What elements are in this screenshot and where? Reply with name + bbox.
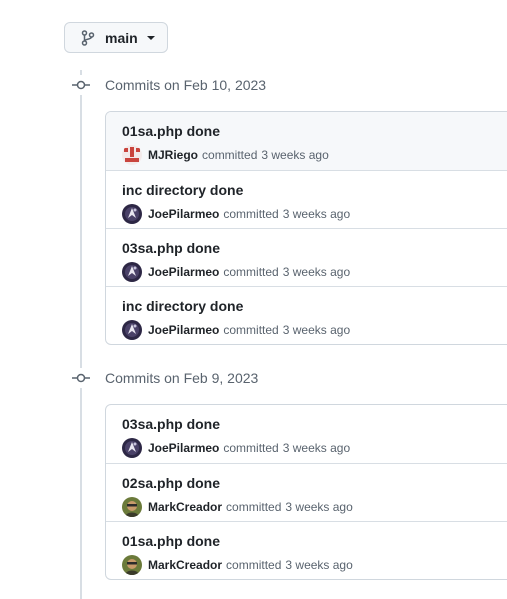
joepilarmeo-avatar-icon[interactable] bbox=[122, 320, 142, 340]
branch-name: main bbox=[105, 29, 138, 46]
git-commit-icon bbox=[72, 75, 90, 95]
timeline-line bbox=[80, 70, 82, 599]
commit-message-link[interactable]: 02sa.php done bbox=[122, 475, 220, 491]
commit-time[interactable]: 3 weeks ago bbox=[285, 500, 352, 514]
commit-row: 03sa.php done JoePilarmeo committed 3 we… bbox=[106, 228, 507, 286]
commit-verb: committed bbox=[226, 558, 282, 572]
commit-meta: MarkCreador committed 3 weeks ago bbox=[122, 497, 353, 517]
commit-group-header: Commits on Feb 9, 2023 bbox=[72, 368, 258, 388]
commit-verb: committed bbox=[223, 207, 279, 221]
commit-message-link[interactable]: 03sa.php done bbox=[122, 240, 220, 256]
commit-time[interactable]: 3 weeks ago bbox=[283, 207, 350, 221]
branch-selector-button[interactable]: main bbox=[64, 22, 168, 53]
commit-verb: committed bbox=[226, 500, 282, 514]
commit-message-link[interactable]: 03sa.php done bbox=[122, 416, 220, 432]
commit-meta: JoePilarmeo committed 3 weeks ago bbox=[122, 438, 350, 458]
commit-author-link[interactable]: JoePilarmeo bbox=[148, 265, 219, 279]
commit-row: 02sa.php done MarkCreador committed 3 we… bbox=[106, 463, 507, 521]
commit-author-link[interactable]: JoePilarmeo bbox=[148, 207, 219, 221]
commit-verb: committed bbox=[223, 265, 279, 279]
commit-meta: MJRiego committed 3 weeks ago bbox=[122, 145, 329, 165]
commit-message-link[interactable]: 01sa.php done bbox=[122, 123, 220, 139]
commit-row: 01sa.php done MarkCreador committed 3 we… bbox=[106, 521, 507, 579]
commit-row: 03sa.php done JoePilarmeo committed 3 we… bbox=[106, 405, 507, 463]
commit-verb: committed bbox=[223, 323, 279, 337]
commit-verb: committed bbox=[223, 441, 279, 455]
commit-row: 01sa.php done MJRiego committed 3 weeks … bbox=[106, 112, 507, 170]
commit-time[interactable]: 3 weeks ago bbox=[283, 265, 350, 279]
commit-group-header: Commits on Feb 10, 2023 bbox=[72, 75, 266, 95]
commit-time[interactable]: 3 weeks ago bbox=[283, 441, 350, 455]
commit-list: 01sa.php done MJRiego committed 3 weeks … bbox=[105, 111, 507, 345]
commit-row: inc directory done JoePilarmeo committed… bbox=[106, 286, 507, 344]
commit-message-link[interactable]: inc directory done bbox=[122, 298, 243, 314]
commit-history-page: main Commits on Feb 10, 2023 01sa.php do… bbox=[0, 0, 507, 599]
commit-meta: MarkCreador committed 3 weeks ago bbox=[122, 555, 353, 575]
git-commit-icon bbox=[72, 368, 90, 388]
commit-time[interactable]: 3 weeks ago bbox=[261, 148, 328, 162]
commit-group-date: Commits on Feb 10, 2023 bbox=[105, 77, 267, 93]
markcreador-avatar-icon[interactable] bbox=[122, 555, 142, 575]
joepilarmeo-avatar-icon[interactable] bbox=[122, 438, 142, 458]
commit-meta: JoePilarmeo committed 3 weeks ago bbox=[122, 320, 350, 340]
markcreador-avatar-icon[interactable] bbox=[122, 497, 142, 517]
commit-meta: JoePilarmeo committed 3 weeks ago bbox=[122, 204, 350, 224]
git-branch-icon bbox=[81, 29, 95, 46]
commit-author-link[interactable]: MarkCreador bbox=[148, 558, 222, 572]
commit-author-link[interactable]: MJRiego bbox=[148, 148, 198, 162]
mjriego-avatar-icon[interactable] bbox=[122, 145, 142, 165]
commit-time[interactable]: 3 weeks ago bbox=[283, 323, 350, 337]
commit-author-link[interactable]: JoePilarmeo bbox=[148, 323, 219, 337]
joepilarmeo-avatar-icon[interactable] bbox=[122, 262, 142, 282]
chevron-down-icon bbox=[146, 35, 155, 40]
commit-row: inc directory done JoePilarmeo committed… bbox=[106, 170, 507, 228]
joepilarmeo-avatar-icon[interactable] bbox=[122, 204, 142, 224]
commit-list: 03sa.php done JoePilarmeo committed 3 we… bbox=[105, 404, 507, 580]
commit-meta: JoePilarmeo committed 3 weeks ago bbox=[122, 262, 350, 282]
commit-message-link[interactable]: 01sa.php done bbox=[122, 533, 220, 549]
commit-message-link[interactable]: inc directory done bbox=[122, 182, 243, 198]
commit-author-link[interactable]: MarkCreador bbox=[148, 500, 222, 514]
commit-author-link[interactable]: JoePilarmeo bbox=[148, 441, 219, 455]
commit-verb: committed bbox=[202, 148, 258, 162]
commit-group-date: Commits on Feb 9, 2023 bbox=[105, 370, 259, 386]
commit-time[interactable]: 3 weeks ago bbox=[285, 558, 352, 572]
